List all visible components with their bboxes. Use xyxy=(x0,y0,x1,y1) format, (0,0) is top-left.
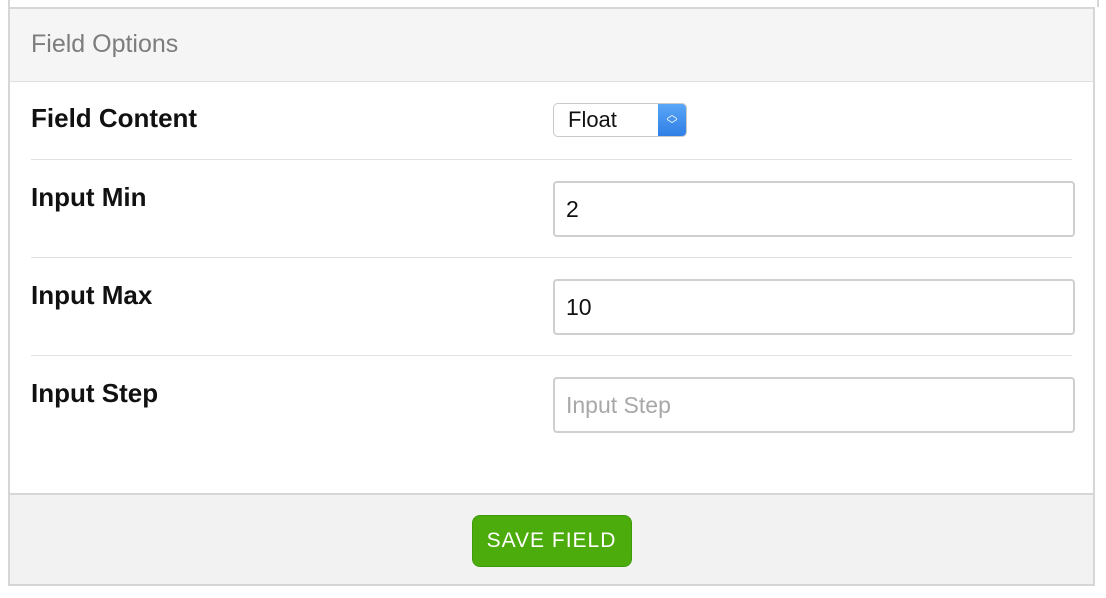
input-max-row: Input Max xyxy=(31,258,1075,356)
select-arrows-icon: ︿ ﹀ xyxy=(658,104,686,136)
save-field-button[interactable]: SAVE FIELD xyxy=(471,515,632,567)
input-step-field[interactable] xyxy=(553,377,1075,433)
input-step-row: Input Step xyxy=(31,356,1075,456)
input-max-label: Input Max xyxy=(31,280,153,310)
panel-title: Field Options xyxy=(31,29,179,58)
field-content-label: Field Content xyxy=(31,103,198,133)
input-max-field[interactable] xyxy=(553,279,1075,335)
chevron-down-icon: ﹀ xyxy=(666,119,678,131)
panel-top-edge xyxy=(8,0,1099,7)
input-min-row: Input Min xyxy=(31,160,1075,258)
input-step-label: Input Step xyxy=(31,378,159,408)
panel-footer: SAVE FIELD xyxy=(10,493,1093,584)
field-content-selected-value: Float xyxy=(568,107,617,132)
field-options-panel: Field Options Field Content Float ︿ ﹀ In… xyxy=(8,7,1095,586)
field-content-row: Field Content Float ︿ ﹀ xyxy=(31,82,1072,160)
panel-body: Field Content Float ︿ ﹀ Input Min Input … xyxy=(10,82,1093,492)
input-min-label: Input Min xyxy=(31,182,147,212)
panel-header: Field Options xyxy=(10,9,1093,82)
field-content-select[interactable]: Float ︿ ﹀ xyxy=(553,103,687,137)
input-min-field[interactable] xyxy=(553,181,1075,237)
